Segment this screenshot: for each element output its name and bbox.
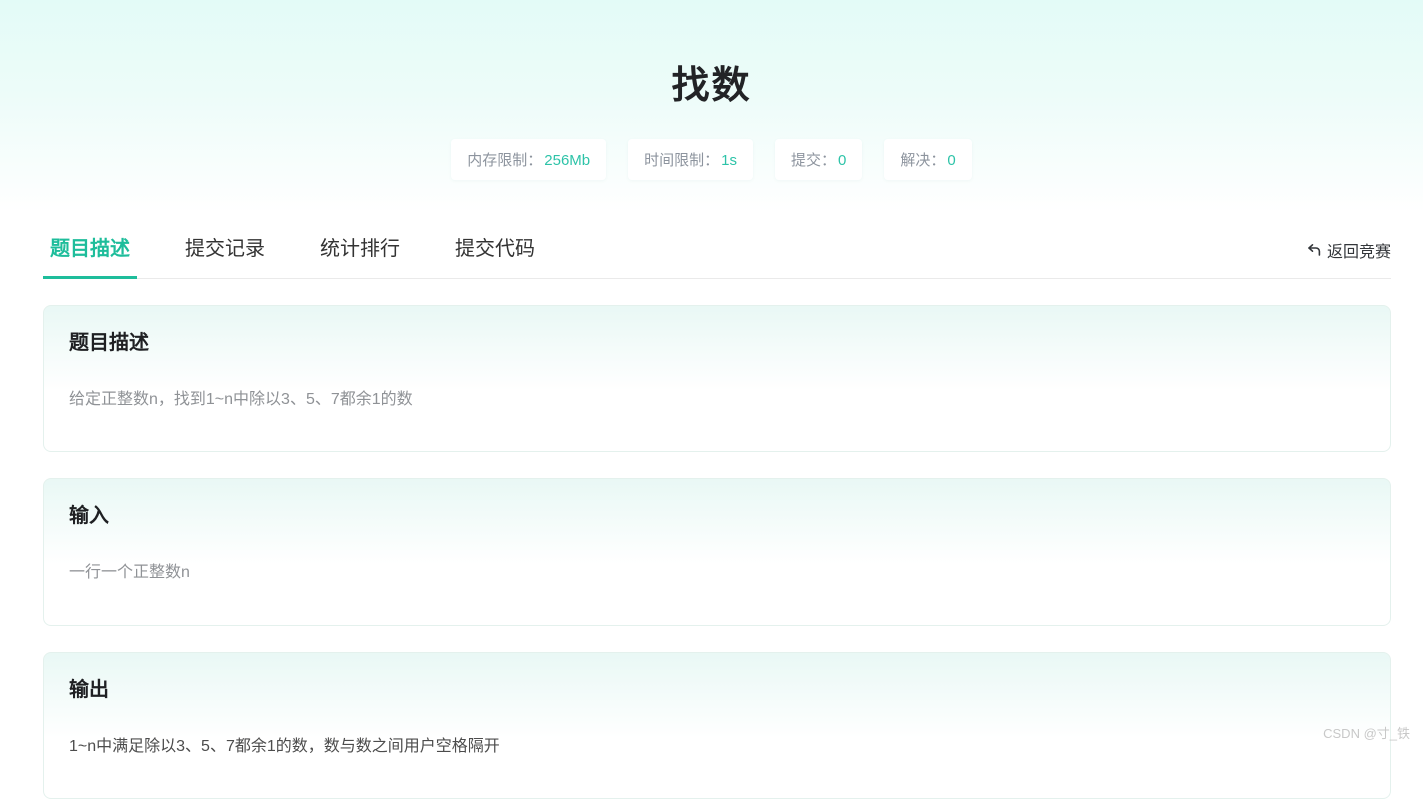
section-heading: 题目描述 bbox=[69, 332, 149, 354]
tab-statistics-ranking[interactable]: 统计排行 bbox=[313, 226, 407, 279]
problem-content: 题目描述 提交记录 统计排行 提交代码 返回竞赛 题目描述 给定正整数n，找到1… bbox=[43, 226, 1391, 799]
stat-solved: 解决： 0 bbox=[884, 139, 972, 180]
stat-label: 内存限制： bbox=[467, 152, 543, 169]
stat-time-limit: 时间限制： 1s bbox=[628, 139, 754, 180]
section-output: 输出 1~n中满足除以3、5、7都余1的数，数与数之间用户空格隔开 bbox=[43, 651, 1391, 799]
tab-bar: 题目描述 提交记录 统计排行 提交代码 返回竞赛 bbox=[43, 226, 1391, 279]
tab-submit-code[interactable]: 提交代码 bbox=[448, 226, 542, 279]
stat-value: 1s bbox=[721, 152, 738, 169]
problem-stats-row: 内存限制： 256Mb 时间限制： 1s 提交： 0 解决： 0 bbox=[0, 139, 1423, 180]
tab-problem-description[interactable]: 题目描述 bbox=[43, 226, 137, 279]
stat-value: 256Mb bbox=[544, 152, 591, 169]
section-body: 一行一个正整数n bbox=[69, 564, 190, 582]
csdn-watermark: CSDN @寸_铁 bbox=[1323, 726, 1410, 741]
stat-value: 0 bbox=[838, 152, 847, 169]
section-problem-description: 题目描述 给定正整数n，找到1~n中除以3、5、7都余1的数 bbox=[43, 305, 1391, 453]
problem-header: 找数 内存限制： 256Mb 时间限制： 1s 提交： 0 解决： 0 bbox=[0, 0, 1423, 212]
stat-label: 时间限制： bbox=[644, 152, 720, 169]
back-to-contest-link[interactable]: 返回竞赛 bbox=[1306, 238, 1391, 278]
return-arrow-icon bbox=[1306, 242, 1322, 258]
section-body: 给定正整数n，找到1~n中除以3、5、7都余1的数 bbox=[69, 391, 413, 408]
section-heading: 输入 bbox=[69, 505, 109, 528]
back-to-contest-label: 返回竞赛 bbox=[1326, 244, 1391, 261]
section-heading: 输出 bbox=[69, 678, 109, 701]
stat-memory-limit: 内存限制： 256Mb bbox=[451, 139, 607, 180]
stat-label: 解决： bbox=[900, 152, 946, 169]
stat-submissions: 提交： 0 bbox=[775, 139, 863, 180]
problem-title: 找数 bbox=[671, 65, 752, 107]
stat-label: 提交： bbox=[791, 152, 837, 169]
section-input: 输入 一行一个正整数n bbox=[43, 478, 1391, 626]
tab-submission-records[interactable]: 提交记录 bbox=[178, 226, 272, 279]
section-body: 1~n中满足除以3、5、7都余1的数，数与数之间用户空格隔开 bbox=[69, 737, 500, 755]
stat-value: 0 bbox=[947, 152, 956, 169]
